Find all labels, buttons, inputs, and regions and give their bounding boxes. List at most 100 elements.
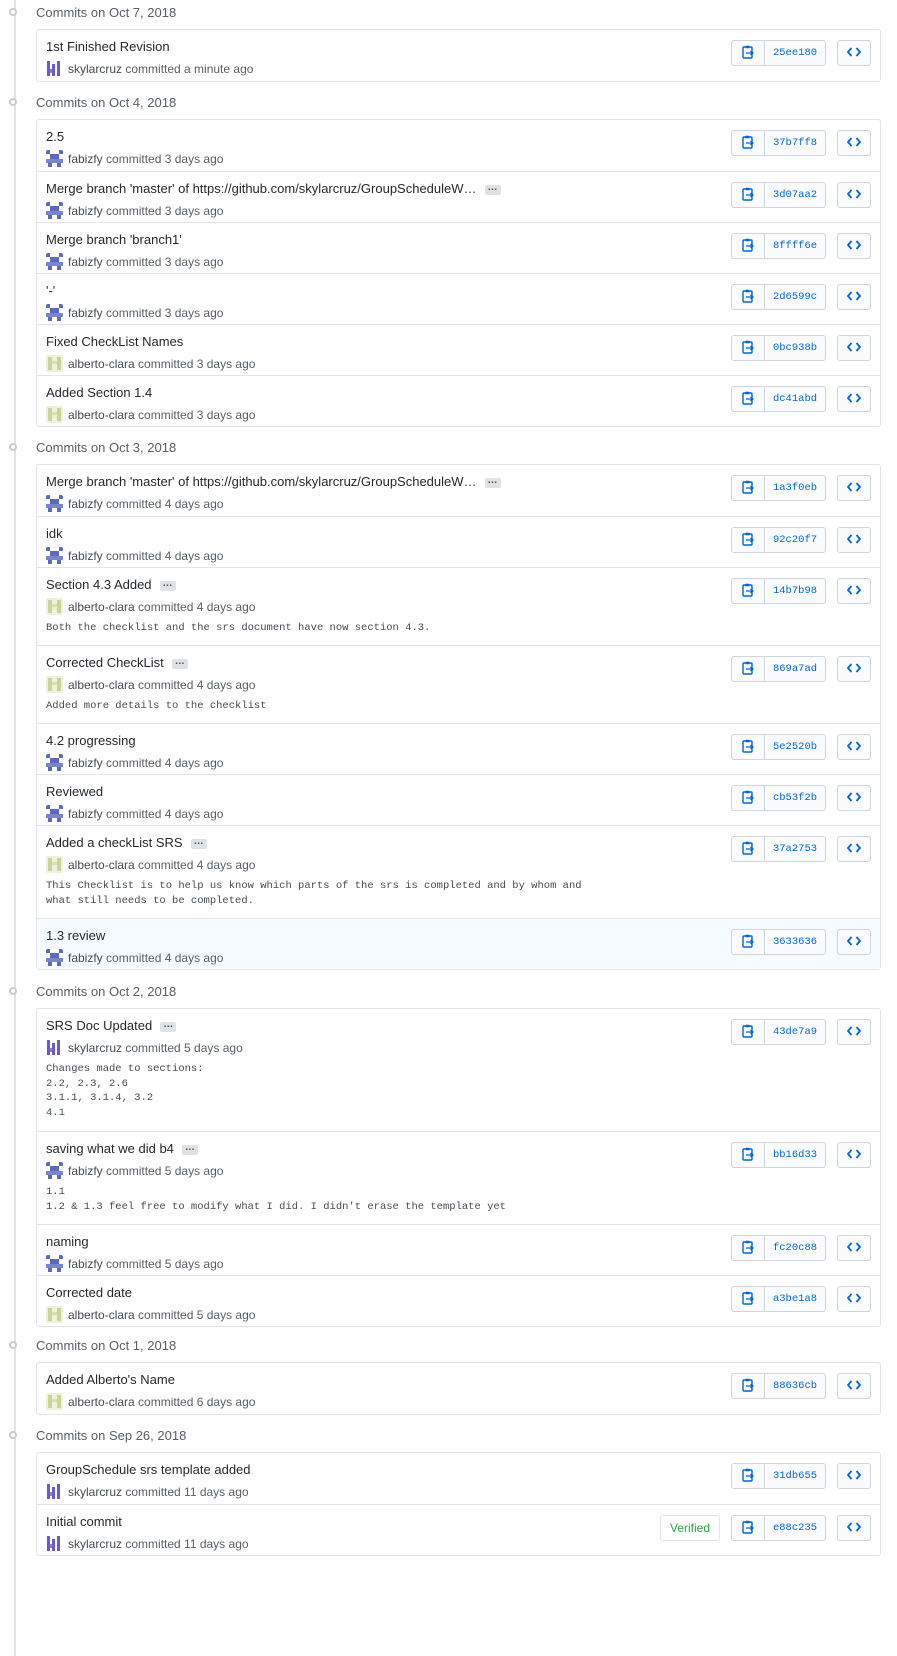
author-link[interactable]: fabizfy	[68, 807, 103, 821]
author-link[interactable]: alberto-clara	[68, 858, 135, 872]
avatar[interactable]	[46, 1039, 63, 1056]
copy-sha-button[interactable]	[731, 1515, 765, 1541]
author-link[interactable]: fabizfy	[68, 756, 103, 770]
avatar[interactable]	[46, 1162, 63, 1179]
browse-repo-button[interactable]	[837, 335, 871, 361]
commit-message-link[interactable]: saving what we did b4	[46, 1141, 174, 1156]
copy-sha-button[interactable]	[731, 734, 765, 760]
avatar[interactable]	[46, 1483, 63, 1500]
browse-repo-button[interactable]	[837, 734, 871, 760]
author-link[interactable]: fabizfy	[68, 951, 103, 965]
commit-sha-link[interactable]: 43de7a9	[765, 1019, 826, 1045]
commit-message-link[interactable]: 1st Finished Revision	[46, 39, 170, 54]
avatar[interactable]	[46, 304, 63, 321]
author-link[interactable]: skylarcruz	[68, 1041, 122, 1055]
author-link[interactable]: fabizfy	[68, 1257, 103, 1271]
commit-message-link[interactable]: Merge branch 'master' of https://github.…	[46, 181, 477, 196]
avatar[interactable]	[46, 1255, 63, 1272]
avatar[interactable]	[46, 253, 63, 270]
browse-repo-button[interactable]	[837, 1463, 871, 1489]
avatar[interactable]	[46, 406, 63, 423]
commit-sha-link[interactable]: 1a3f0eb	[765, 475, 826, 501]
copy-sha-button[interactable]	[731, 284, 765, 310]
commit-message-link[interactable]: Added Alberto's Name	[46, 1372, 175, 1387]
browse-repo-button[interactable]	[837, 1019, 871, 1045]
browse-repo-button[interactable]	[837, 527, 871, 553]
commit-message-link[interactable]: Initial commit	[46, 1514, 122, 1529]
browse-repo-button[interactable]	[837, 182, 871, 208]
commit-sha-link[interactable]: fc20c88	[765, 1235, 826, 1261]
commit-sha-link[interactable]: cb53f2b	[765, 785, 826, 811]
avatar[interactable]	[46, 1393, 63, 1410]
browse-repo-button[interactable]	[837, 475, 871, 501]
author-link[interactable]: fabizfy	[68, 255, 103, 269]
expand-message-button[interactable]: …	[171, 656, 188, 669]
browse-repo-button[interactable]	[837, 656, 871, 682]
browse-repo-button[interactable]	[837, 785, 871, 811]
commit-sha-link[interactable]: 3d07aa2	[765, 182, 826, 208]
copy-sha-button[interactable]	[731, 1235, 765, 1261]
commit-message-link[interactable]: Corrected CheckList	[46, 655, 164, 670]
expand-message-button[interactable]: …	[159, 578, 176, 591]
avatar[interactable]	[46, 60, 63, 77]
commit-sha-link[interactable]: bb16d33	[765, 1142, 826, 1168]
browse-repo-button[interactable]	[837, 578, 871, 604]
commit-message-link[interactable]: 2.5	[46, 129, 64, 144]
author-link[interactable]: alberto-clara	[68, 1395, 135, 1409]
commit-message-link[interactable]: '-'	[46, 283, 55, 298]
copy-sha-button[interactable]	[731, 40, 765, 66]
commit-sha-link[interactable]: 92c20f7	[765, 527, 826, 553]
author-link[interactable]: skylarcruz	[68, 1485, 122, 1499]
avatar[interactable]	[46, 495, 63, 512]
browse-repo-button[interactable]	[837, 1515, 871, 1541]
copy-sha-button[interactable]	[731, 929, 765, 955]
browse-repo-button[interactable]	[837, 233, 871, 259]
copy-sha-button[interactable]	[731, 233, 765, 259]
browse-repo-button[interactable]	[837, 386, 871, 412]
author-link[interactable]: alberto-clara	[68, 357, 135, 371]
commit-message-link[interactable]: Merge branch 'master' of https://github.…	[46, 474, 477, 489]
author-link[interactable]: alberto-clara	[68, 1308, 135, 1322]
copy-sha-button[interactable]	[731, 1142, 765, 1168]
commit-message-link[interactable]: idk	[46, 526, 63, 541]
browse-repo-button[interactable]	[837, 1142, 871, 1168]
avatar[interactable]	[46, 355, 63, 372]
author-link[interactable]: alberto-clara	[68, 600, 135, 614]
author-link[interactable]: fabizfy	[68, 497, 103, 511]
commit-sha-link[interactable]: 14b7b98	[765, 578, 826, 604]
avatar[interactable]	[46, 598, 63, 615]
commit-message-link[interactable]: Added Section 1.4	[46, 385, 152, 400]
copy-sha-button[interactable]	[731, 386, 765, 412]
commit-sha-link[interactable]: 5e2520b	[765, 734, 826, 760]
commit-sha-link[interactable]: 25ee180	[765, 40, 826, 66]
avatar[interactable]	[46, 856, 63, 873]
avatar[interactable]	[46, 202, 63, 219]
author-link[interactable]: skylarcruz	[68, 1537, 122, 1551]
avatar[interactable]	[46, 150, 63, 167]
expand-message-button[interactable]: …	[484, 182, 501, 195]
avatar[interactable]	[46, 949, 63, 966]
commit-message-link[interactable]: Corrected date	[46, 1285, 132, 1300]
copy-sha-button[interactable]	[731, 182, 765, 208]
copy-sha-button[interactable]	[731, 785, 765, 811]
verified-badge[interactable]: Verified	[660, 1515, 720, 1541]
commit-sha-link[interactable]: e88c235	[765, 1515, 826, 1541]
avatar[interactable]	[46, 754, 63, 771]
avatar[interactable]	[46, 1306, 63, 1323]
copy-sha-button[interactable]	[731, 1463, 765, 1489]
author-link[interactable]: fabizfy	[68, 549, 103, 563]
copy-sha-button[interactable]	[731, 335, 765, 361]
commit-sha-link[interactable]: dc41abd	[765, 386, 826, 412]
avatar[interactable]	[46, 1535, 63, 1552]
copy-sha-button[interactable]	[731, 475, 765, 501]
commit-message-link[interactable]: 1.3 review	[46, 928, 105, 943]
avatar[interactable]	[46, 676, 63, 693]
commit-sha-link[interactable]: 31db655	[765, 1463, 826, 1489]
copy-sha-button[interactable]	[731, 656, 765, 682]
author-link[interactable]: fabizfy	[68, 306, 103, 320]
commit-message-link[interactable]: Fixed CheckList Names	[46, 334, 183, 349]
browse-repo-button[interactable]	[837, 1286, 871, 1312]
author-link[interactable]: fabizfy	[68, 1164, 103, 1178]
copy-sha-button[interactable]	[731, 527, 765, 553]
commit-sha-link[interactable]: 2d6599c	[765, 284, 826, 310]
